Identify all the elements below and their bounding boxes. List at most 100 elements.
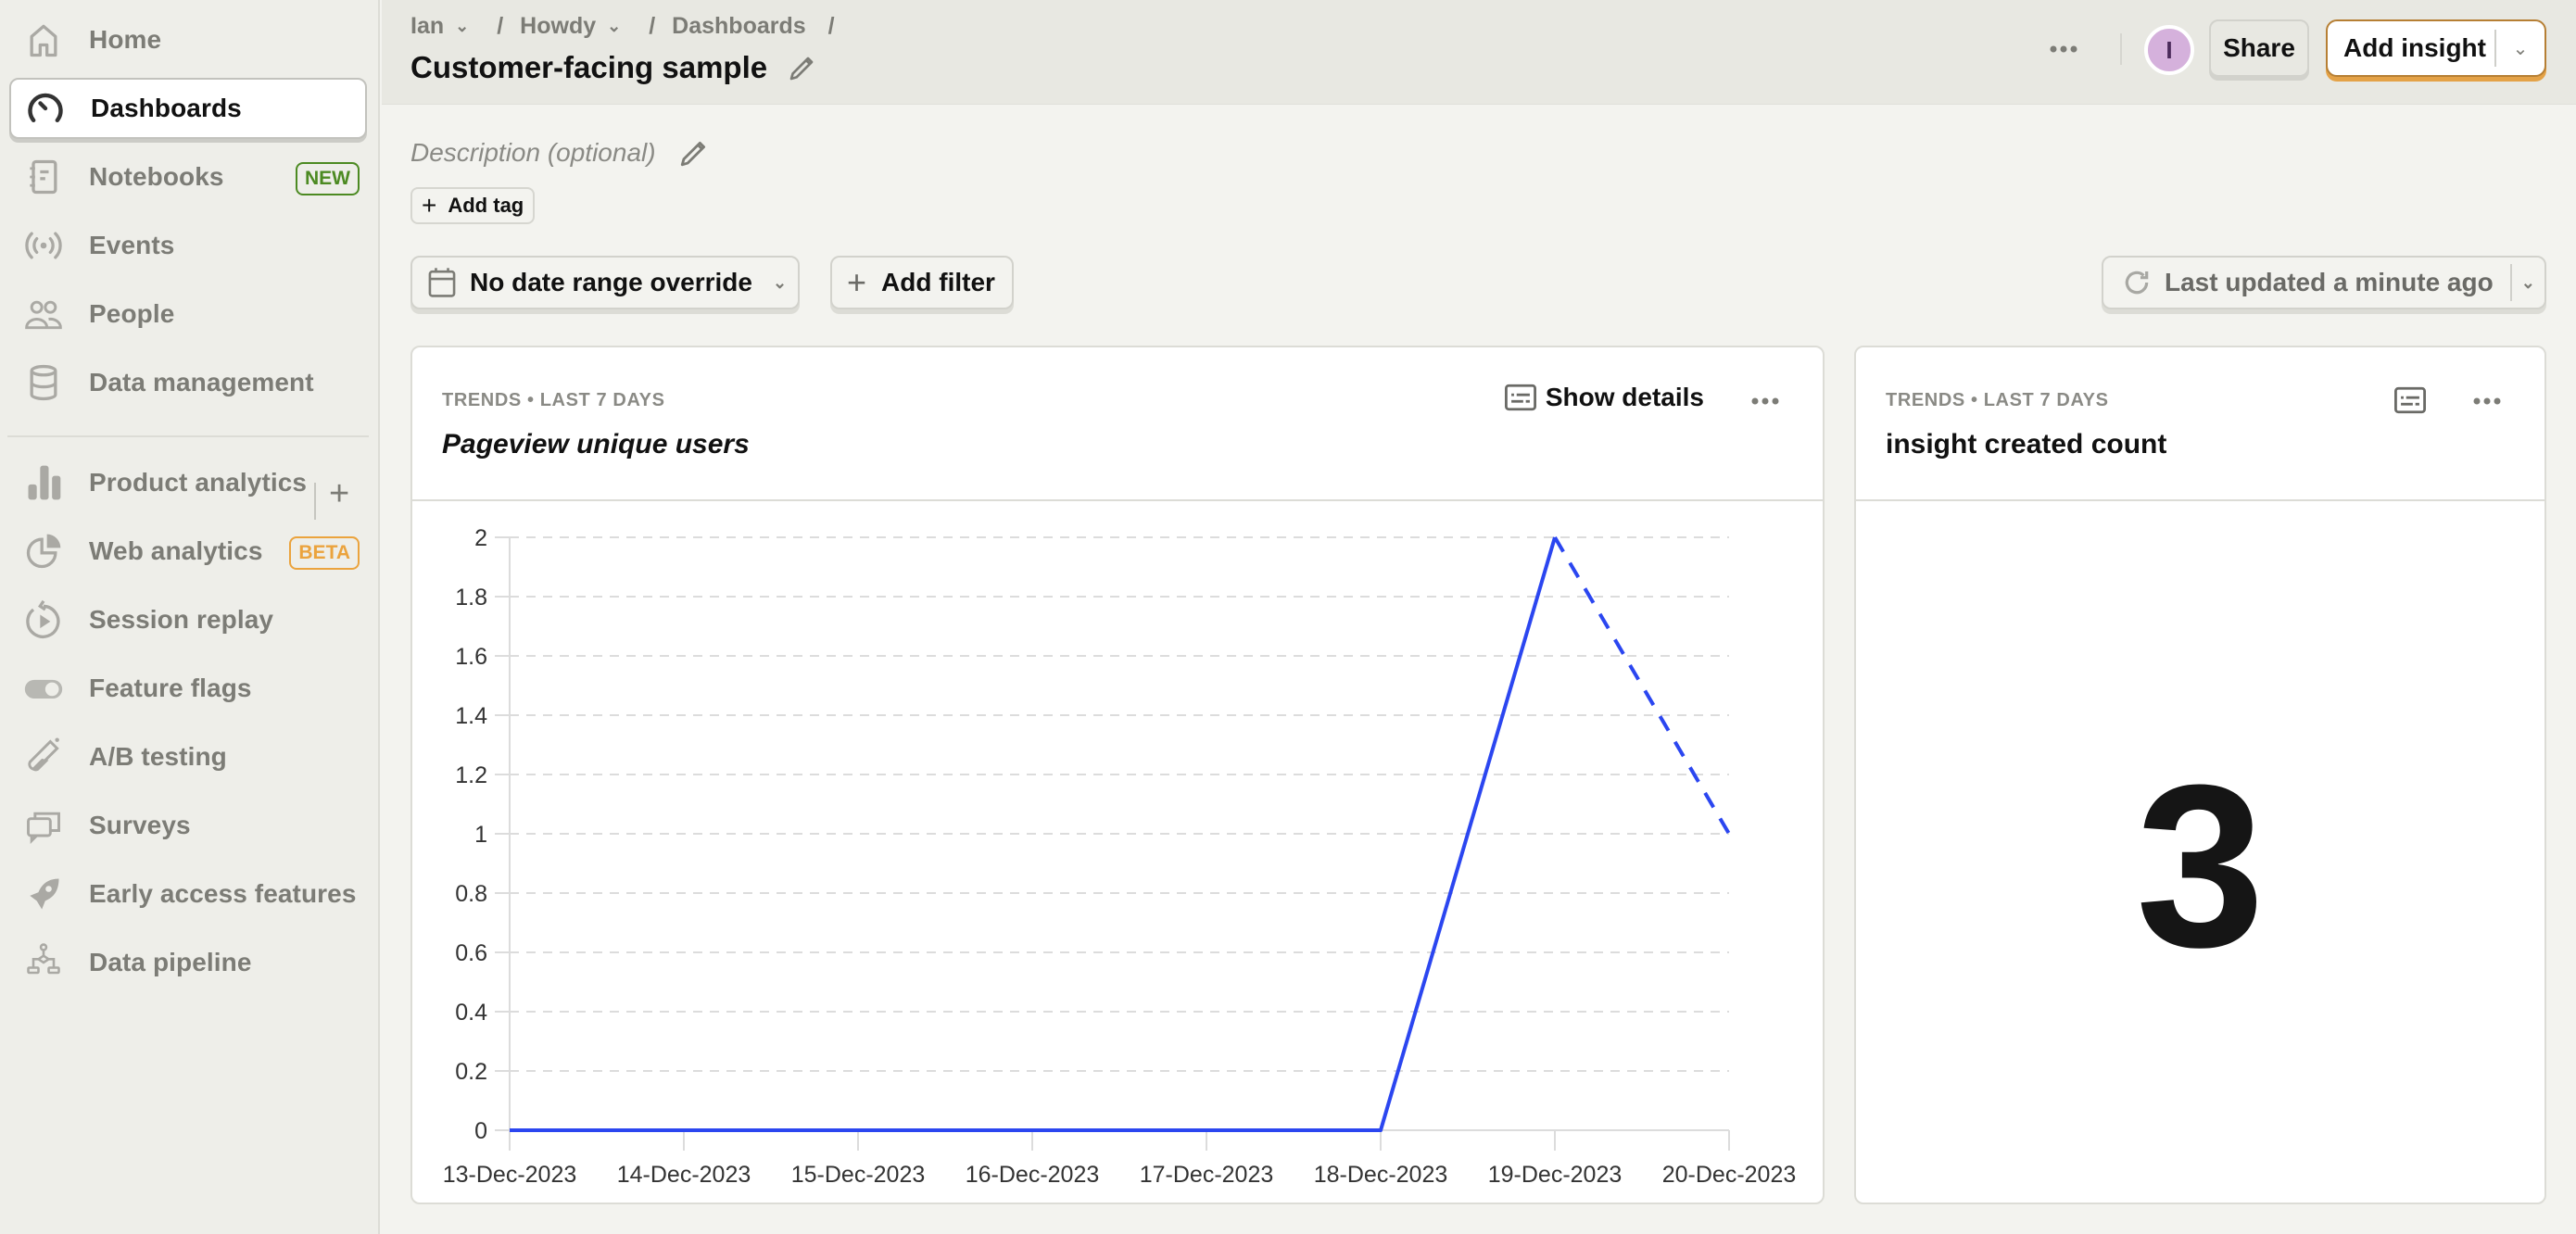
insight-card-insight-created: TRENDS • LAST 7 DAYS insight created cou… — [1854, 346, 2546, 1204]
big-number-value: 3 — [2135, 737, 2266, 995]
x-tick-label: 15-Dec-2023 — [791, 1162, 926, 1188]
sidebar-item-label: Home — [89, 25, 162, 54]
breadcrumb-separator: / — [497, 13, 504, 39]
flask-icon — [22, 736, 65, 778]
calendar-icon — [428, 268, 456, 297]
sidebar-divider — [7, 435, 369, 437]
data-point — [855, 1127, 861, 1133]
y-tick-label: 1 — [474, 822, 487, 848]
chevron-down-icon[interactable]: ⌄ — [2512, 273, 2544, 293]
sidebar-item-events[interactable]: Events — [9, 215, 367, 276]
sidebar-item-people[interactable]: People — [9, 283, 367, 345]
dashboard-gauge-icon — [24, 87, 67, 130]
breadcrumb-project[interactable]: Howdy ⌄ — [520, 13, 621, 40]
breadcrumb-separator: / — [827, 13, 835, 39]
x-tick-label: 13-Dec-2023 — [443, 1162, 577, 1188]
new-badge: NEW — [296, 162, 360, 195]
database-icon — [22, 361, 65, 404]
sidebar-item-early-access-features[interactable]: Early access features — [9, 863, 367, 925]
data-point — [1378, 1127, 1383, 1133]
chevron-down-icon: ⌄ — [455, 17, 470, 35]
chevron-down-icon: ⌄ — [607, 17, 622, 35]
y-tick-label: 1.2 — [455, 762, 487, 788]
rocket-icon — [22, 873, 65, 915]
data-point — [1029, 1127, 1035, 1133]
share-button[interactable]: Share — [2209, 19, 2309, 77]
more-options-button[interactable] — [2040, 33, 2087, 65]
broadcast-icon — [22, 224, 65, 267]
data-point — [1552, 535, 1558, 540]
notebook-icon — [22, 156, 65, 198]
people-icon — [22, 293, 65, 335]
x-tick-label: 16-Dec-2023 — [966, 1162, 1100, 1188]
sidebar-item-data-management[interactable]: Data management — [9, 352, 367, 413]
refresh-icon — [2125, 271, 2149, 295]
divider — [314, 483, 316, 520]
y-tick-label: 1.8 — [455, 585, 487, 611]
sidebar-item-web-analytics[interactable]: Web analytics BETA — [9, 521, 367, 582]
replay-icon — [22, 598, 65, 641]
plus-icon: + — [422, 191, 437, 220]
pencil-icon[interactable] — [788, 53, 817, 82]
sidebar-item-label: Dashboards — [91, 94, 242, 122]
card-more-button[interactable] — [2469, 392, 2506, 410]
add-filter-button[interactable]: + Add filter — [830, 256, 1014, 309]
sidebar-item-notebooks[interactable]: Notebooks NEW — [9, 146, 367, 208]
breadcrumb-dashboards[interactable]: Dashboards — [672, 13, 805, 40]
data-point — [507, 1127, 512, 1133]
sidebar-item-label: Surveys — [89, 811, 191, 839]
sidebar-item-label: Feature flags — [89, 674, 252, 702]
sidebar-item-home[interactable]: Home — [9, 9, 367, 70]
sidebar-item-label: Notebooks — [89, 162, 224, 191]
breadcrumb: Ian ⌄ / Howdy ⌄ / Dashboards / — [410, 13, 852, 40]
pie-chart-icon — [22, 530, 65, 573]
sidebar-item-dashboards[interactable]: Dashboards — [9, 78, 367, 139]
sidebar: Home Dashboards Notebooks NEW Events People Da… — [0, 0, 380, 1234]
data-point — [681, 1127, 687, 1133]
date-range-select[interactable]: No date range override ⌄ — [410, 256, 800, 309]
sidebar-item-label: Events — [89, 231, 175, 259]
ellipsis-icon — [2473, 397, 2501, 405]
bar-chart-icon — [22, 461, 65, 504]
data-point — [1204, 1127, 1209, 1133]
pipeline-icon — [22, 941, 65, 984]
legend-icon[interactable] — [2394, 386, 2426, 414]
pencil-icon[interactable] — [678, 137, 710, 169]
chevron-down-icon[interactable]: ⌄ — [2496, 37, 2544, 60]
y-tick-label: 1.6 — [455, 644, 487, 670]
x-tick-label: 19-Dec-2023 — [1488, 1162, 1623, 1188]
add-tag-button[interactable]: + Add tag — [410, 187, 536, 224]
sidebar-item-surveys[interactable]: Surveys — [9, 795, 367, 856]
line-chart[interactable]: 0 0.2 0.4 0.6 0.8 1 1.2 1.4 1.6 1.8 2 13-Dec-2023 14… — [412, 347, 1825, 1204]
add-insight-button[interactable]: Add insight ⌄ — [2326, 19, 2546, 77]
sidebar-item-session-replay[interactable]: Session replay — [9, 589, 367, 650]
sidebar-item-data-pipeline[interactable]: Data pipeline — [9, 932, 367, 993]
home-icon — [22, 19, 65, 61]
sidebar-item-label: Data management — [89, 368, 314, 397]
divider — [2120, 33, 2122, 65]
y-tick-label: 0 — [474, 1118, 487, 1144]
breadcrumb-org[interactable]: Ian ⌄ — [410, 13, 469, 40]
description-placeholder: Description (optional) — [410, 138, 656, 167]
avatar[interactable]: I — [2144, 25, 2194, 75]
x-tick-label: 17-Dec-2023 — [1140, 1162, 1274, 1188]
description-field[interactable]: Description (optional) — [410, 137, 710, 169]
series-line-incomplete — [1553, 535, 1731, 836]
breadcrumb-label: Ian — [410, 13, 445, 39]
ellipsis-icon — [2050, 45, 2077, 53]
sidebar-item-feature-flags[interactable]: Feature flags — [9, 658, 367, 719]
x-tick-label: 14-Dec-2023 — [617, 1162, 751, 1188]
date-range-label: No date range override — [470, 268, 752, 296]
sidebar-item-label: People — [89, 299, 175, 328]
chevron-down-icon: ⌄ — [772, 272, 788, 292]
last-updated-label: Last updated a minute ago — [2165, 268, 2494, 296]
new-insight-plus-icon[interactable]: + — [329, 476, 349, 511]
refresh-button[interactable]: Last updated a minute ago ⌄ — [2102, 256, 2546, 309]
sidebar-item-product-analytics[interactable]: Product analytics + — [9, 452, 367, 520]
insight-card-pageview: TRENDS • LAST 7 DAYS Pageview unique use… — [410, 346, 1825, 1204]
breadcrumb-label: Dashboards — [672, 13, 806, 39]
sidebar-item-a-b-testing[interactable]: A/B testing — [9, 726, 367, 787]
page-title-text[interactable]: Customer-facing sample — [410, 50, 767, 85]
y-tick-label: 0.6 — [455, 940, 487, 966]
card-title[interactable]: insight created count — [1886, 429, 2166, 460]
